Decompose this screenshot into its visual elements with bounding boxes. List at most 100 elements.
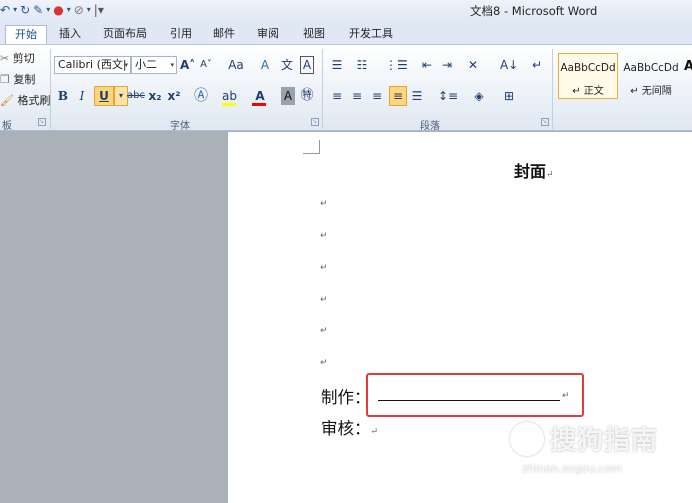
margin-marker — [303, 140, 320, 154]
tab-page-layout[interactable]: 页面布局 — [96, 25, 154, 44]
tab-review[interactable]: 审阅 — [250, 25, 286, 44]
paragraph-group-label: 段落 — [420, 121, 440, 132]
align-right-icon[interactable]: ≡ — [370, 87, 384, 105]
style-next-preview[interactable]: A — [684, 59, 692, 74]
reviewer-label: 审核： — [321, 419, 371, 438]
underline-icon[interactable]: U — [94, 86, 114, 106]
cut-button[interactable]: ✂ 剪切 — [0, 51, 35, 67]
align-center-icon[interactable]: ≡ — [350, 87, 364, 105]
tab-insert[interactable]: 插入 — [53, 25, 87, 44]
heading-text: 封面 — [514, 162, 547, 181]
character-shading-icon[interactable]: A — [281, 87, 295, 105]
chevron-down-icon: ▾ — [124, 61, 128, 69]
group-separator — [50, 49, 51, 129]
copy-label: 复制 — [13, 73, 36, 86]
paragraph-launcher-icon[interactable]: ↘ — [541, 118, 549, 126]
bold-icon[interactable]: B — [56, 87, 70, 105]
chinese-layout-icon[interactable]: ✕ — [466, 56, 480, 74]
maker-line[interactable]: 制作： — [321, 384, 371, 408]
tab-view[interactable]: 视图 — [296, 25, 332, 44]
reviewer-line[interactable]: 审核：↵ — [321, 415, 378, 439]
line-spacing-icon[interactable]: ↕≡ — [438, 87, 458, 105]
format-painter-button[interactable]: 🖌 格式刷 — [0, 93, 50, 109]
subscript-icon[interactable]: x₂ — [148, 87, 162, 105]
chevron-down-icon: ▾ — [170, 61, 174, 69]
cut-label: 剪切 — [12, 52, 35, 65]
font-launcher-icon[interactable]: ↘ — [311, 118, 319, 126]
change-case-icon[interactable]: Aa — [225, 56, 247, 74]
ribbon: ✂ 剪切 ❐ 复制 🖌 格式刷 板 ↘ Calibri (西文| ▾ 小二 ▾ … — [0, 44, 692, 132]
paragraph-mark: ↵ — [320, 358, 328, 368]
superscript-icon[interactable]: x² — [167, 87, 181, 105]
style-no-spacing[interactable]: AaBbCcDd ↵ 无间隔 — [621, 53, 681, 99]
paragraph-mark: ↵ — [320, 326, 328, 336]
chrome-dropdown-icon[interactable]: ▾ — [67, 2, 71, 18]
font-size-select[interactable]: 小二 ▾ — [131, 56, 177, 74]
format-painter-icon[interactable]: ✎ — [33, 2, 43, 18]
numbering-icon[interactable]: ☷ — [355, 56, 369, 74]
shading-icon[interactable]: ◈ — [472, 87, 486, 105]
sogou-logo-icon — [510, 422, 544, 456]
paragraph-mark: ↵ — [320, 199, 328, 209]
decrease-indent-icon[interactable]: ⇤ — [420, 56, 434, 74]
document-heading[interactable]: 封面↵ — [514, 158, 554, 182]
group-separator — [322, 49, 323, 129]
character-border-icon[interactable]: A — [300, 56, 314, 74]
tab-home[interactable]: 开始 — [5, 25, 47, 44]
tab-references[interactable]: 引用 — [164, 25, 198, 44]
grow-font-icon[interactable]: A˄ — [180, 56, 195, 74]
paragraph-mark: ↵ — [320, 263, 328, 273]
window-title: 文档8 - Microsoft Word — [470, 4, 598, 18]
title-bar: ↶ ▾ ↻ ✎ ▾ ● ▾ ⊘ ▾ |▾ 文档8 - Microsoft Wor… — [0, 0, 692, 22]
enclose-characters-icon[interactable]: ㊕ — [300, 87, 314, 105]
tab-developer[interactable]: 开发工具 — [342, 25, 400, 44]
redo-icon[interactable]: ↻ — [20, 2, 30, 18]
watermark-url: zhinan.sogou.com — [522, 462, 623, 475]
tab-mailings[interactable]: 邮件 — [207, 25, 241, 44]
paragraph-mark: ↵ — [320, 231, 328, 241]
clear-formatting-icon[interactable]: A — [258, 56, 272, 74]
shrink-font-icon[interactable]: A˅ — [199, 56, 213, 74]
style-preview: AaBbCcDd — [623, 62, 679, 74]
strikethrough-icon[interactable]: abc — [127, 87, 145, 105]
justify-icon[interactable]: ≡ — [389, 86, 407, 106]
style-name: ↵ 正文 — [572, 86, 604, 97]
highlight-color-bar — [222, 103, 236, 106]
style-preview: AaBbCcDd — [560, 62, 616, 74]
copy-icon: ❐ — [0, 73, 10, 86]
show-marks-icon[interactable]: ↵ — [530, 56, 544, 74]
italic-icon[interactable]: I — [75, 87, 89, 105]
paragraph-mark: ↵ — [370, 427, 379, 437]
watermark-text: 搜狗指南 — [550, 426, 659, 456]
undo-dropdown-icon[interactable]: ▾ — [13, 2, 17, 18]
font-group-label: 字体 — [170, 121, 190, 132]
distributed-icon[interactable]: ☰ — [410, 87, 424, 105]
group-separator — [552, 49, 553, 129]
phonetic-guide-icon[interactable]: 文 — [280, 56, 294, 74]
ribbon-tab-bar: 开始 插入 页面布局 引用 邮件 审阅 视图 开发工具 — [0, 22, 692, 44]
theme-dropdown-icon[interactable]: ▾ — [87, 2, 91, 18]
maker-label: 制作： — [321, 388, 371, 407]
font-size-value: 小二 — [135, 58, 157, 71]
style-normal[interactable]: AaBbCcDd ↵ 正文 — [558, 53, 618, 99]
underline-dropdown-icon[interactable]: ▾ — [114, 86, 128, 106]
chrome-icon[interactable]: ● — [53, 2, 63, 18]
align-left-icon[interactable]: ≡ — [330, 87, 344, 105]
font-color-bar — [252, 103, 266, 106]
theme-icon[interactable]: ⊘ — [74, 2, 84, 18]
borders-icon[interactable]: ⊞ — [502, 87, 516, 105]
format-painter-dropdown-icon[interactable]: ▾ — [46, 2, 50, 18]
increase-indent-icon[interactable]: ⇥ — [440, 56, 454, 74]
undo-icon[interactable]: ↶ — [0, 2, 10, 18]
multilevel-list-icon[interactable]: ⋮☰ — [385, 56, 408, 74]
copy-button[interactable]: ❐ 复制 — [0, 72, 35, 88]
text-effects-icon[interactable]: Ⓐ — [194, 87, 208, 105]
bullets-icon[interactable]: ☰ — [330, 56, 344, 74]
sort-icon[interactable]: A↓ — [500, 56, 518, 74]
customize-icon[interactable]: |▾ — [94, 2, 104, 18]
paintbrush-icon: 🖌 — [0, 94, 14, 107]
red-highlight-box — [366, 373, 584, 417]
font-name-select[interactable]: Calibri (西文| ▾ — [54, 56, 131, 74]
clipboard-launcher-icon[interactable]: ↘ — [38, 118, 46, 126]
paragraph-mark: ↵ — [320, 295, 328, 305]
